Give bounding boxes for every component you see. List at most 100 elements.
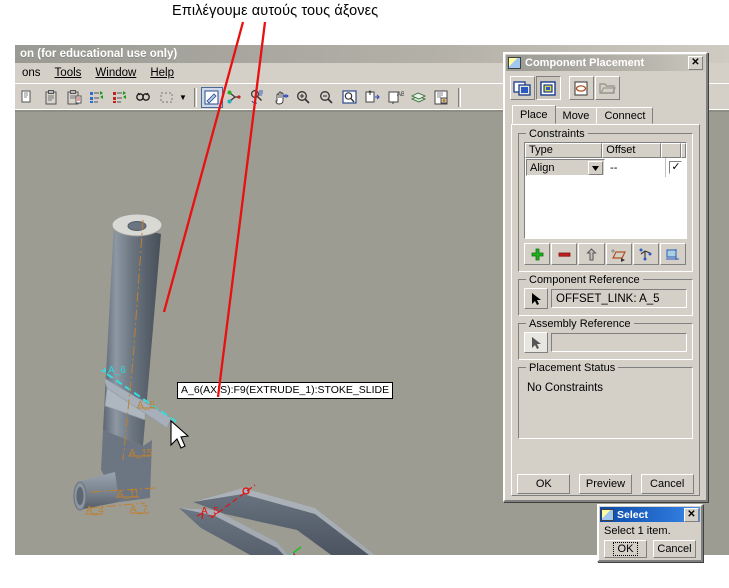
column-header-offset[interactable]: Offset: [602, 143, 661, 158]
window-app-icon: [508, 57, 521, 69]
tab-connect-label: Connect: [604, 110, 646, 122]
close-icon[interactable]: ✕: [688, 56, 703, 70]
spin-center-button[interactable]: [247, 87, 269, 108]
layers-button[interactable]: [408, 87, 430, 108]
component-reference-group: Component Reference OFFSET_LINK: A_5: [518, 274, 693, 316]
select-dropdown-caret-icon[interactable]: ▼: [179, 93, 187, 102]
paste-button[interactable]: [40, 87, 62, 108]
flip-arrow-icon: [586, 247, 597, 260]
axis-label-a5-upper[interactable]: A_5: [137, 400, 155, 411]
pan-hand-icon: [275, 91, 290, 104]
menu-item-help[interactable]: Help: [143, 65, 181, 81]
select-dialog-title-bar[interactable]: Select ✕: [600, 507, 700, 522]
tab-connect[interactable]: Connect: [596, 107, 654, 124]
ok-button[interactable]: OK: [517, 474, 571, 494]
select-dialog-title: Select: [617, 508, 648, 521]
open-folder-button[interactable]: [595, 76, 620, 100]
separate-window-button[interactable]: [510, 76, 535, 100]
sketch-icon: [204, 90, 219, 104]
placement-status-label: Placement Status: [526, 362, 619, 374]
insert-mode-button[interactable]: [362, 87, 384, 108]
axis-label-a4[interactable]: A_4: [86, 505, 104, 516]
axis-label-a15[interactable]: A_15: [129, 448, 152, 459]
component-reference-field[interactable]: OFFSET_LINK: A_5: [551, 289, 687, 308]
regenerate-manual-button[interactable]: [109, 87, 131, 108]
find-button[interactable]: [132, 87, 154, 108]
select-dialog-message: Select 1 item.: [604, 525, 671, 537]
column-header-type[interactable]: Type: [525, 143, 603, 158]
tab-move[interactable]: Move: [554, 107, 598, 124]
select-cancel-button[interactable]: Cancel: [653, 540, 696, 558]
zoom-in-button[interactable]: [293, 87, 315, 108]
constraint-offset-value[interactable]: --: [606, 158, 666, 177]
select-box-button[interactable]: [155, 87, 177, 108]
add-constraint-button[interactable]: [524, 243, 551, 265]
component-placement-buttons: OK Preview Cancel: [505, 474, 706, 494]
refit-button[interactable]: [339, 87, 361, 108]
table-row[interactable]: Align -- ✓: [525, 158, 686, 177]
plane-orient-button[interactable]: [605, 243, 632, 265]
annotation-caption: Επιλέγουμε αυτούς τους άξονες: [172, 3, 379, 19]
regenerate-icon: [89, 90, 103, 103]
constraint-enabled-checkbox[interactable]: ✓: [669, 161, 683, 174]
column-header-enabled[interactable]: [660, 143, 681, 158]
spin-center-icon: [251, 89, 264, 104]
remove-constraint-button[interactable]: [551, 243, 578, 265]
copy-button[interactable]: [17, 87, 39, 108]
annotation-icon: AB: [388, 91, 404, 104]
datum-axis-button[interactable]: [224, 87, 246, 108]
selection-tooltip: A_6(AXIS):F9(EXTRUDE_1):STOKE_SLIDE: [177, 382, 394, 399]
chevron-down-icon[interactable]: [588, 161, 604, 175]
constraints-group-label: Constraints: [526, 128, 588, 140]
constraint-type-combo[interactable]: Align: [526, 159, 606, 176]
svg-text:AB: AB: [397, 92, 404, 98]
csys-orient-button[interactable]: [632, 243, 659, 265]
insert-mode-icon: [365, 89, 381, 102]
select-box-icon: [159, 91, 173, 103]
component-placement-title-bar[interactable]: Component Placement ✕: [506, 55, 705, 71]
plus-icon: [531, 248, 543, 260]
axis-label-a6[interactable]: A_6: [108, 365, 126, 376]
paste-special-icon: [67, 89, 81, 104]
pan-button[interactable]: [270, 87, 292, 108]
regenerate-button[interactable]: [86, 87, 108, 108]
annotation-button[interactable]: AB: [385, 87, 407, 108]
placement-status-text: No Constraints: [527, 382, 604, 394]
menu-item-window[interactable]: Window: [88, 65, 143, 81]
repaint-button[interactable]: [431, 87, 453, 108]
toolbar-divider-2: [457, 87, 461, 107]
paste-special-button[interactable]: [63, 87, 85, 108]
datum-axis-icon: [227, 90, 242, 103]
axis-label-a11[interactable]: A_11: [117, 489, 140, 500]
copy-icon: [21, 90, 30, 102]
menu-item-tools[interactable]: Tools: [48, 65, 89, 81]
assembly-reference-field[interactable]: [551, 333, 687, 352]
axis-label-a7[interactable]: A_7: [130, 504, 148, 515]
axis-label-a5[interactable]: A_5: [201, 506, 219, 517]
embedded-window-button[interactable]: [536, 76, 561, 100]
find-icon: [135, 92, 150, 101]
constraint-buttons: [524, 243, 687, 265]
open-file-button[interactable]: [569, 76, 594, 100]
embedded-window-icon: [540, 80, 556, 96]
component-reference-select-button[interactable]: [524, 288, 548, 309]
tab-place[interactable]: Place: [512, 105, 556, 124]
assembly-reference-select-button[interactable]: [524, 332, 548, 353]
placement-status-group: Placement Status No Constraints: [518, 362, 693, 439]
component-reference-label: Component Reference: [526, 274, 643, 286]
sketch-button[interactable]: [200, 86, 223, 108]
select-ok-button[interactable]: OK: [604, 540, 647, 558]
toolbar-divider-1: [193, 87, 197, 107]
flip-constraint-button[interactable]: [578, 243, 605, 265]
preview-button[interactable]: Preview: [578, 474, 632, 494]
zoom-out-button[interactable]: [316, 87, 338, 108]
constraints-table[interactable]: Type Offset Align -- ✓: [524, 142, 687, 239]
select-window-icon: [601, 508, 614, 521]
select-close-icon[interactable]: ✕: [684, 507, 699, 522]
default-placement-button[interactable]: [659, 243, 687, 265]
constraints-group: Constraints Type Offset Align -- ✓: [518, 128, 693, 272]
constraint-enabled-cell[interactable]: ✓: [665, 158, 686, 177]
menu-item-options[interactable]: ons: [15, 65, 48, 81]
tab-move-label: Move: [562, 110, 590, 122]
cancel-button[interactable]: Cancel: [640, 474, 694, 494]
